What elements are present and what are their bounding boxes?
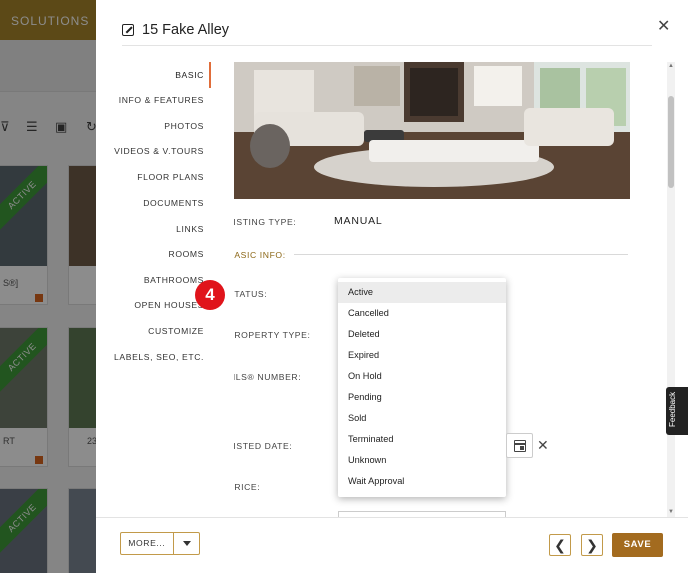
- scroll-down-arrow[interactable]: ▼: [668, 509, 674, 515]
- price-label: PRICE:: [234, 482, 261, 492]
- nav-item-floor-plans[interactable]: FLOOR PLANS: [137, 172, 204, 182]
- nav-item-links[interactable]: LINKS: [176, 224, 204, 234]
- property-type-label: PROPERTY TYPE:: [234, 330, 311, 340]
- title-divider: [122, 45, 652, 46]
- listing-type-label: LISTING TYPE:: [234, 217, 297, 227]
- calendar-icon: [514, 440, 526, 452]
- modal-footer: MORE... ❮ ❯ SAVE: [96, 517, 688, 573]
- nav-item-open-houses[interactable]: OPEN HOUSES: [134, 300, 204, 310]
- status-dropdown[interactable]: Active Cancelled Deleted Expired On Hold…: [338, 278, 506, 497]
- status-option-pending[interactable]: Pending: [338, 387, 506, 408]
- close-icon[interactable]: ✕: [657, 16, 670, 36]
- edit-icon: [122, 24, 134, 36]
- listing-type-value: MANUAL: [334, 215, 383, 227]
- status-option-sold[interactable]: Sold: [338, 408, 506, 429]
- chevron-down-icon[interactable]: [174, 533, 199, 554]
- status-option-wait-approval[interactable]: Wait Approval: [338, 471, 506, 492]
- nav-item-photos[interactable]: PHOTOS: [164, 121, 204, 131]
- nav-item-labels-seo[interactable]: LABELS, SEO, ETC.: [114, 352, 204, 362]
- feedback-label: Feedback: [668, 391, 677, 427]
- nav-item-documents[interactable]: DOCUMENTS: [143, 198, 204, 208]
- date-picker-button[interactable]: [506, 433, 533, 458]
- nav-item-info-features[interactable]: INFO & FEATURES: [119, 95, 204, 105]
- status-label: STATUS:: [234, 289, 268, 299]
- feedback-tab[interactable]: Feedback: [666, 387, 688, 435]
- step-badge: 4: [195, 280, 225, 310]
- status-option-terminated[interactable]: Terminated: [338, 429, 506, 450]
- previous-button[interactable]: ❮: [549, 534, 571, 556]
- status-option-on-hold[interactable]: On Hold: [338, 366, 506, 387]
- next-button[interactable]: ❯: [581, 534, 603, 556]
- clear-date-icon[interactable]: ✕: [537, 437, 549, 454]
- mls-number-label: MLS® NUMBER:: [234, 372, 302, 382]
- scrollbar-thumb[interactable]: [668, 96, 674, 188]
- modal-title: 15 Fake Alley: [122, 20, 229, 40]
- status-option-expired[interactable]: Expired: [338, 345, 506, 366]
- status-option-cancelled[interactable]: Cancelled: [338, 303, 506, 324]
- listing-photo: [234, 62, 630, 199]
- nav-item-bathrooms[interactable]: BATHROOMS: [144, 275, 204, 285]
- listed-date-label: LISTED DATE:: [234, 441, 293, 451]
- modal-title-text: 15 Fake Alley: [142, 22, 230, 38]
- nav-item-basic[interactable]: BASIC: [175, 70, 204, 80]
- nav-item-videos-tours[interactable]: VIDEOS & V.TOURS: [114, 146, 204, 156]
- status-option-deleted[interactable]: Deleted: [338, 324, 506, 345]
- save-button[interactable]: SAVE: [612, 533, 663, 557]
- basic-info-heading: BASIC INFO:: [234, 250, 286, 260]
- more-button[interactable]: MORE...: [121, 533, 174, 554]
- scroll-up-arrow[interactable]: ▲: [668, 63, 674, 69]
- status-option-unknown[interactable]: Unknown: [338, 450, 506, 471]
- more-button-group: MORE...: [120, 532, 200, 555]
- status-option-active[interactable]: Active: [338, 282, 506, 303]
- nav-active-indicator: [209, 62, 211, 88]
- section-divider: [294, 254, 628, 255]
- nav-item-customize[interactable]: CUSTOMIZE: [148, 326, 204, 336]
- nav-item-rooms[interactable]: ROOMS: [169, 249, 204, 259]
